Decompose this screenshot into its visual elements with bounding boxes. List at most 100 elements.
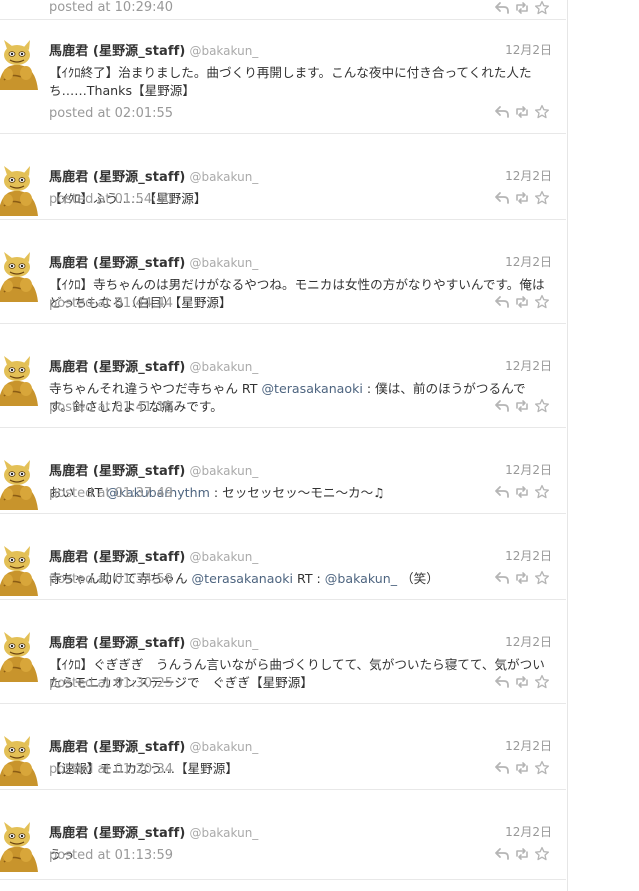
avatar[interactable] [0, 166, 38, 216]
star-icon[interactable] [534, 190, 550, 206]
tweet-item: 馬鹿君 (星野源_staff) @bakakun_ 12月2日 【速報】モニカなう… [0, 704, 566, 790]
text-segment: : セッセッセッ〜モニ〜カ〜♫ [209, 485, 385, 500]
user-name[interactable]: 馬鹿君 (星野源_staff) [49, 360, 185, 375]
tweet-actions [494, 104, 552, 120]
user-name[interactable]: 馬鹿君 (星野源_staff) [49, 636, 185, 651]
tweet-header: 馬鹿君 (星野源_staff) @bakakun_ 12月2日 [49, 252, 552, 271]
mention-link[interactable]: @bakakun_ [325, 571, 397, 586]
tweet-actions [494, 484, 552, 500]
tweet-header: 馬鹿君 (星野源_staff) @bakakun_ 12月2日 [49, 460, 552, 479]
tweet-actions [494, 760, 552, 776]
tweet-date[interactable]: 12月2日 [505, 547, 552, 564]
avatar[interactable] [0, 40, 38, 90]
tweet-actions [494, 398, 552, 414]
user-name[interactable]: 馬鹿君 (星野源_staff) [49, 44, 185, 59]
text-segment: RT : [293, 571, 325, 586]
retweet-icon[interactable] [514, 190, 530, 206]
user-handle[interactable]: @bakakun_ [189, 636, 258, 650]
mention-link[interactable]: @terasakanaoki [261, 381, 362, 396]
avatar[interactable] [0, 252, 38, 302]
reply-icon[interactable] [494, 760, 510, 776]
retweet-icon[interactable] [514, 294, 530, 310]
tweet-item: 馬鹿君 (星野源_staff) @bakakun_ 12月2日 寺ちゃんそれ違うや… [0, 324, 566, 428]
posted-time: posted at 02:01:55 [49, 106, 174, 121]
tweet-header: 馬鹿君 (星野源_staff) @bakakun_ 12月2日 [49, 736, 552, 755]
posted-time: posted at 01:13:59 [49, 848, 174, 863]
reply-icon[interactable] [494, 484, 510, 500]
tweet-header: 馬鹿君 (星野源_staff) @bakakun_ 12月2日 [49, 546, 552, 565]
tweet-header: 馬鹿君 (星野源_staff) @bakakun_ 12月2日 [49, 822, 552, 841]
user-handle[interactable]: @bakakun_ [189, 360, 258, 374]
retweet-icon[interactable] [514, 398, 530, 414]
avatar[interactable] [0, 822, 38, 872]
star-icon[interactable] [534, 104, 550, 120]
timeline-page: posted at 10:29:40 馬鹿君 (星野源_staff) @bakak… [0, 0, 639, 891]
avatar[interactable] [0, 546, 38, 596]
avatar[interactable] [0, 632, 38, 682]
tweet-actions [494, 674, 552, 690]
posted-time: posted at 01:41:19 [49, 400, 174, 415]
reply-icon[interactable] [494, 190, 510, 206]
reply-icon[interactable] [494, 398, 510, 414]
mention-link[interactable]: @terasakanaoki [192, 571, 293, 586]
star-icon[interactable] [534, 570, 550, 586]
tweet-item: 馬鹿君 (星野源_staff) @bakakun_ 12月2日 【ｲｸﾛ】寺ちゃん… [0, 220, 566, 324]
reply-icon[interactable] [494, 104, 510, 120]
retweet-icon[interactable] [514, 674, 530, 690]
tweet-date[interactable]: 12月2日 [505, 253, 552, 270]
user-handle[interactable]: @bakakun_ [189, 550, 258, 564]
user-handle[interactable]: @bakakun_ [189, 826, 258, 840]
user-name[interactable]: 馬鹿君 (星野源_staff) [49, 464, 185, 479]
user-name[interactable]: 馬鹿君 (星野源_staff) [49, 256, 185, 271]
tweet-date[interactable]: 12月2日 [505, 167, 552, 184]
tweet-text: 【ｲｸﾛ終了】治まりました。曲づくり再開します。こんな夜中に付き合ってくれた人た… [49, 64, 549, 100]
star-icon[interactable] [534, 294, 550, 310]
retweet-icon[interactable] [514, 104, 530, 120]
tweet-feed: posted at 10:29:40 馬鹿君 (星野源_staff) @bakak… [0, 0, 568, 891]
posted-time: posted at 01:30:25 [49, 676, 174, 691]
posted-time: posted at 01:44:44 [49, 296, 174, 311]
user-handle[interactable]: @bakakun_ [189, 170, 258, 184]
avatar[interactable] [0, 460, 38, 510]
star-icon[interactable] [534, 846, 550, 862]
tweet-date[interactable]: 12月2日 [505, 461, 552, 478]
reply-icon[interactable] [494, 846, 510, 862]
posted-time: posted at 01:20:34 [49, 762, 174, 777]
retweet-icon[interactable] [514, 846, 530, 862]
user-handle[interactable]: @bakakun_ [189, 256, 258, 270]
user-name[interactable]: 馬鹿君 (星野源_staff) [49, 170, 185, 185]
retweet-icon[interactable] [514, 760, 530, 776]
tweet-header: 馬鹿君 (星野源_staff) @bakakun_ 12月2日 [49, 40, 552, 59]
retweet-icon[interactable] [514, 484, 530, 500]
tweet-date[interactable]: 12月2日 [505, 357, 552, 374]
tweet-actions [494, 570, 552, 586]
user-handle[interactable]: @bakakun_ [189, 464, 258, 478]
user-name[interactable]: 馬鹿君 (星野源_staff) [49, 826, 185, 841]
star-icon[interactable] [534, 760, 550, 776]
user-handle[interactable]: @bakakun_ [189, 740, 258, 754]
avatar[interactable] [0, 736, 38, 786]
tweet-actions [494, 294, 552, 310]
user-name[interactable]: 馬鹿君 (星野源_staff) [49, 740, 185, 755]
posted-time: posted at 01:34:58 [49, 572, 174, 587]
tweet-actions [494, 846, 552, 862]
reply-icon[interactable] [494, 674, 510, 690]
tweet-header: 馬鹿君 (星野源_staff) @bakakun_ 12月2日 [49, 166, 552, 185]
tweet-date[interactable]: 12月2日 [505, 633, 552, 650]
star-icon[interactable] [534, 398, 550, 414]
tweet-date[interactable]: 12月2日 [505, 737, 552, 754]
avatar[interactable] [0, 356, 38, 406]
tweet-item: 馬鹿君 (星野源_staff) @bakakun_ 12月2日 【ｲｸﾛ】ふう……… [0, 134, 566, 220]
tweet-date[interactable]: 12月2日 [505, 823, 552, 840]
tweet-header: 馬鹿君 (星野源_staff) @bakakun_ 12月2日 [49, 632, 552, 651]
user-name[interactable]: 馬鹿君 (星野源_staff) [49, 550, 185, 565]
retweet-icon[interactable] [514, 570, 530, 586]
user-handle[interactable]: @bakakun_ [189, 44, 258, 58]
star-icon[interactable] [534, 674, 550, 690]
tweet-date[interactable]: 12月2日 [505, 41, 552, 58]
star-icon[interactable] [534, 484, 550, 500]
reply-icon[interactable] [494, 294, 510, 310]
text-segment: 寺ちゃんそれ違うやつだ寺ちゃん RT [49, 381, 262, 396]
reply-icon[interactable] [494, 570, 510, 586]
text-segment: （笑） [397, 571, 439, 586]
